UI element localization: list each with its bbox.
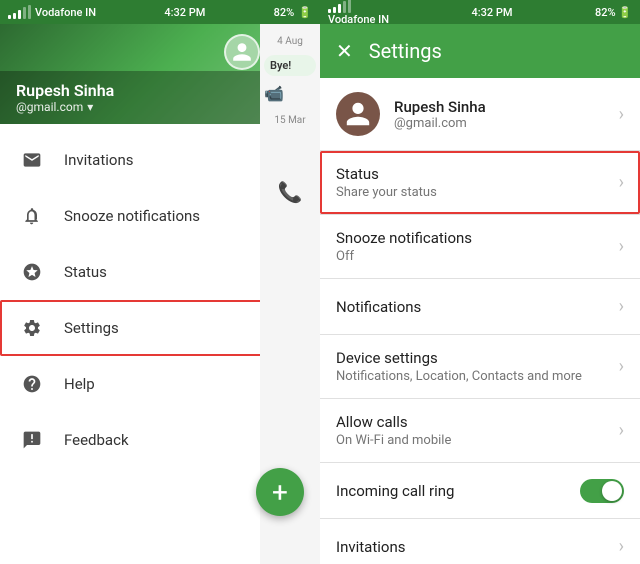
device-item-content: Device settings Notifications, Location,…: [336, 349, 619, 384]
account-avatar: [336, 92, 380, 136]
dropdown-icon: ▾: [87, 100, 93, 114]
device-item-subtitle: Notifications, Location, Contacts and mo…: [336, 369, 619, 384]
call-ring-title: Incoming call ring: [336, 482, 580, 500]
settings-item-notifications[interactable]: Notifications ›: [320, 279, 640, 335]
settings-item-snooze[interactable]: Snooze notifications Off ›: [320, 215, 640, 279]
settings-item-allow-calls[interactable]: Allow calls On Wi-Fi and mobile ›: [320, 399, 640, 463]
notifications-item-title: Notifications: [336, 298, 619, 316]
nav-label-status: Status: [64, 263, 107, 281]
left-panel: Vodafone IN 4:32 PM 82% 🔋 Rupesh Sinha @…: [0, 0, 320, 564]
signal-icon-left: [8, 5, 31, 19]
snooze-item-subtitle: Off: [336, 249, 619, 264]
settings-list: Status Share your status › Snooze notifi…: [320, 151, 640, 564]
notifications-item-content: Notifications: [336, 298, 619, 316]
device-chevron: ›: [619, 356, 624, 377]
help-icon: [16, 368, 48, 400]
carrier-left: Vodafone IN: [35, 6, 96, 19]
account-email: @gmail.com: [394, 116, 619, 131]
status-bar-right: Vodafone IN 4:32 PM 82% 🔋: [320, 0, 640, 24]
battery-left: 82%: [274, 6, 295, 19]
user-name-left: Rupesh Sinha: [16, 81, 114, 100]
time-right: 4:32 PM: [471, 6, 512, 19]
invitations-chevron: ›: [619, 536, 624, 557]
status-chevron: ›: [619, 172, 624, 193]
settings-item-device[interactable]: Device settings Notifications, Location,…: [320, 335, 640, 399]
phone-icon: 📞: [260, 180, 320, 204]
settings-icon: [16, 312, 48, 344]
status-item-content: Status Share your status: [336, 165, 619, 200]
chat-date-2: 15 Mar: [260, 111, 320, 130]
nav-label-invitations: Invitations: [64, 151, 133, 169]
nav-label-snooze: Snooze notifications: [64, 207, 200, 225]
account-chevron: ›: [619, 104, 624, 125]
nav-label-settings: Settings: [64, 319, 119, 337]
status-item-subtitle: Share your status: [336, 185, 619, 200]
carrier-info-left: Vodafone IN: [8, 5, 96, 19]
nav-label-help: Help: [64, 375, 95, 393]
call-ring-toggle[interactable]: [580, 479, 624, 503]
notifications-chevron: ›: [619, 296, 624, 317]
fab-button[interactable]: +: [256, 468, 304, 516]
invitations-title: Invitations: [336, 538, 619, 556]
nav-label-feedback: Feedback: [64, 431, 129, 449]
signal-icon-right: [328, 0, 389, 13]
user-email-left: @gmail.com ▾: [16, 100, 114, 114]
close-button[interactable]: ✕: [336, 39, 353, 63]
feedback-icon: [16, 424, 48, 456]
account-info: Rupesh Sinha @gmail.com: [394, 98, 619, 131]
right-panel: Vodafone IN 4:32 PM 82% 🔋 ✕ Settings Rup…: [320, 0, 640, 564]
video-icon: 📹: [264, 84, 316, 103]
settings-header: ✕ Settings: [320, 24, 640, 78]
battery-info-left: 82% 🔋: [274, 6, 312, 19]
snooze-item-content: Snooze notifications Off: [336, 229, 619, 264]
settings-title: Settings: [369, 39, 442, 63]
snooze-item-title: Snooze notifications: [336, 229, 619, 247]
chat-date-1: 4 Aug: [260, 32, 320, 51]
account-name: Rupesh Sinha: [394, 98, 619, 116]
status-item-title: Status: [336, 165, 619, 183]
invitations-icon: [16, 144, 48, 176]
snooze-chevron: ›: [619, 236, 624, 257]
status-icon: [16, 256, 48, 288]
allow-calls-title: Allow calls: [336, 413, 619, 431]
battery-icon-left: 🔋: [298, 6, 312, 19]
time-left: 4:32 PM: [164, 6, 205, 19]
settings-item-invitations[interactable]: Invitations ›: [320, 519, 640, 564]
user-info-left: Rupesh Sinha @gmail.com ▾: [16, 81, 114, 114]
allow-calls-chevron: ›: [619, 420, 624, 441]
allow-calls-subtitle: On Wi-Fi and mobile: [336, 433, 619, 448]
snooze-icon: [16, 200, 48, 232]
invitations-content: Invitations: [336, 538, 619, 556]
fab-icon: +: [272, 476, 288, 509]
allow-calls-content: Allow calls On Wi-Fi and mobile: [336, 413, 619, 448]
avatar-1: [224, 34, 260, 70]
settings-item-call-ring[interactable]: Incoming call ring: [320, 463, 640, 519]
battery-icon-right: 🔋: [618, 6, 632, 19]
chat-bubble-bye: Bye!: [264, 55, 316, 76]
status-bar-left: Vodafone IN 4:32 PM 82% 🔋: [0, 0, 320, 24]
battery-info-right: 82% 🔋: [595, 6, 632, 19]
carrier-info-right: Vodafone IN: [328, 0, 389, 26]
device-item-title: Device settings: [336, 349, 619, 367]
battery-right: 82%: [595, 6, 616, 19]
account-row[interactable]: Rupesh Sinha @gmail.com ›: [320, 78, 640, 151]
settings-item-status[interactable]: Status Share your status ›: [320, 151, 640, 215]
call-ring-content: Incoming call ring: [336, 482, 580, 500]
